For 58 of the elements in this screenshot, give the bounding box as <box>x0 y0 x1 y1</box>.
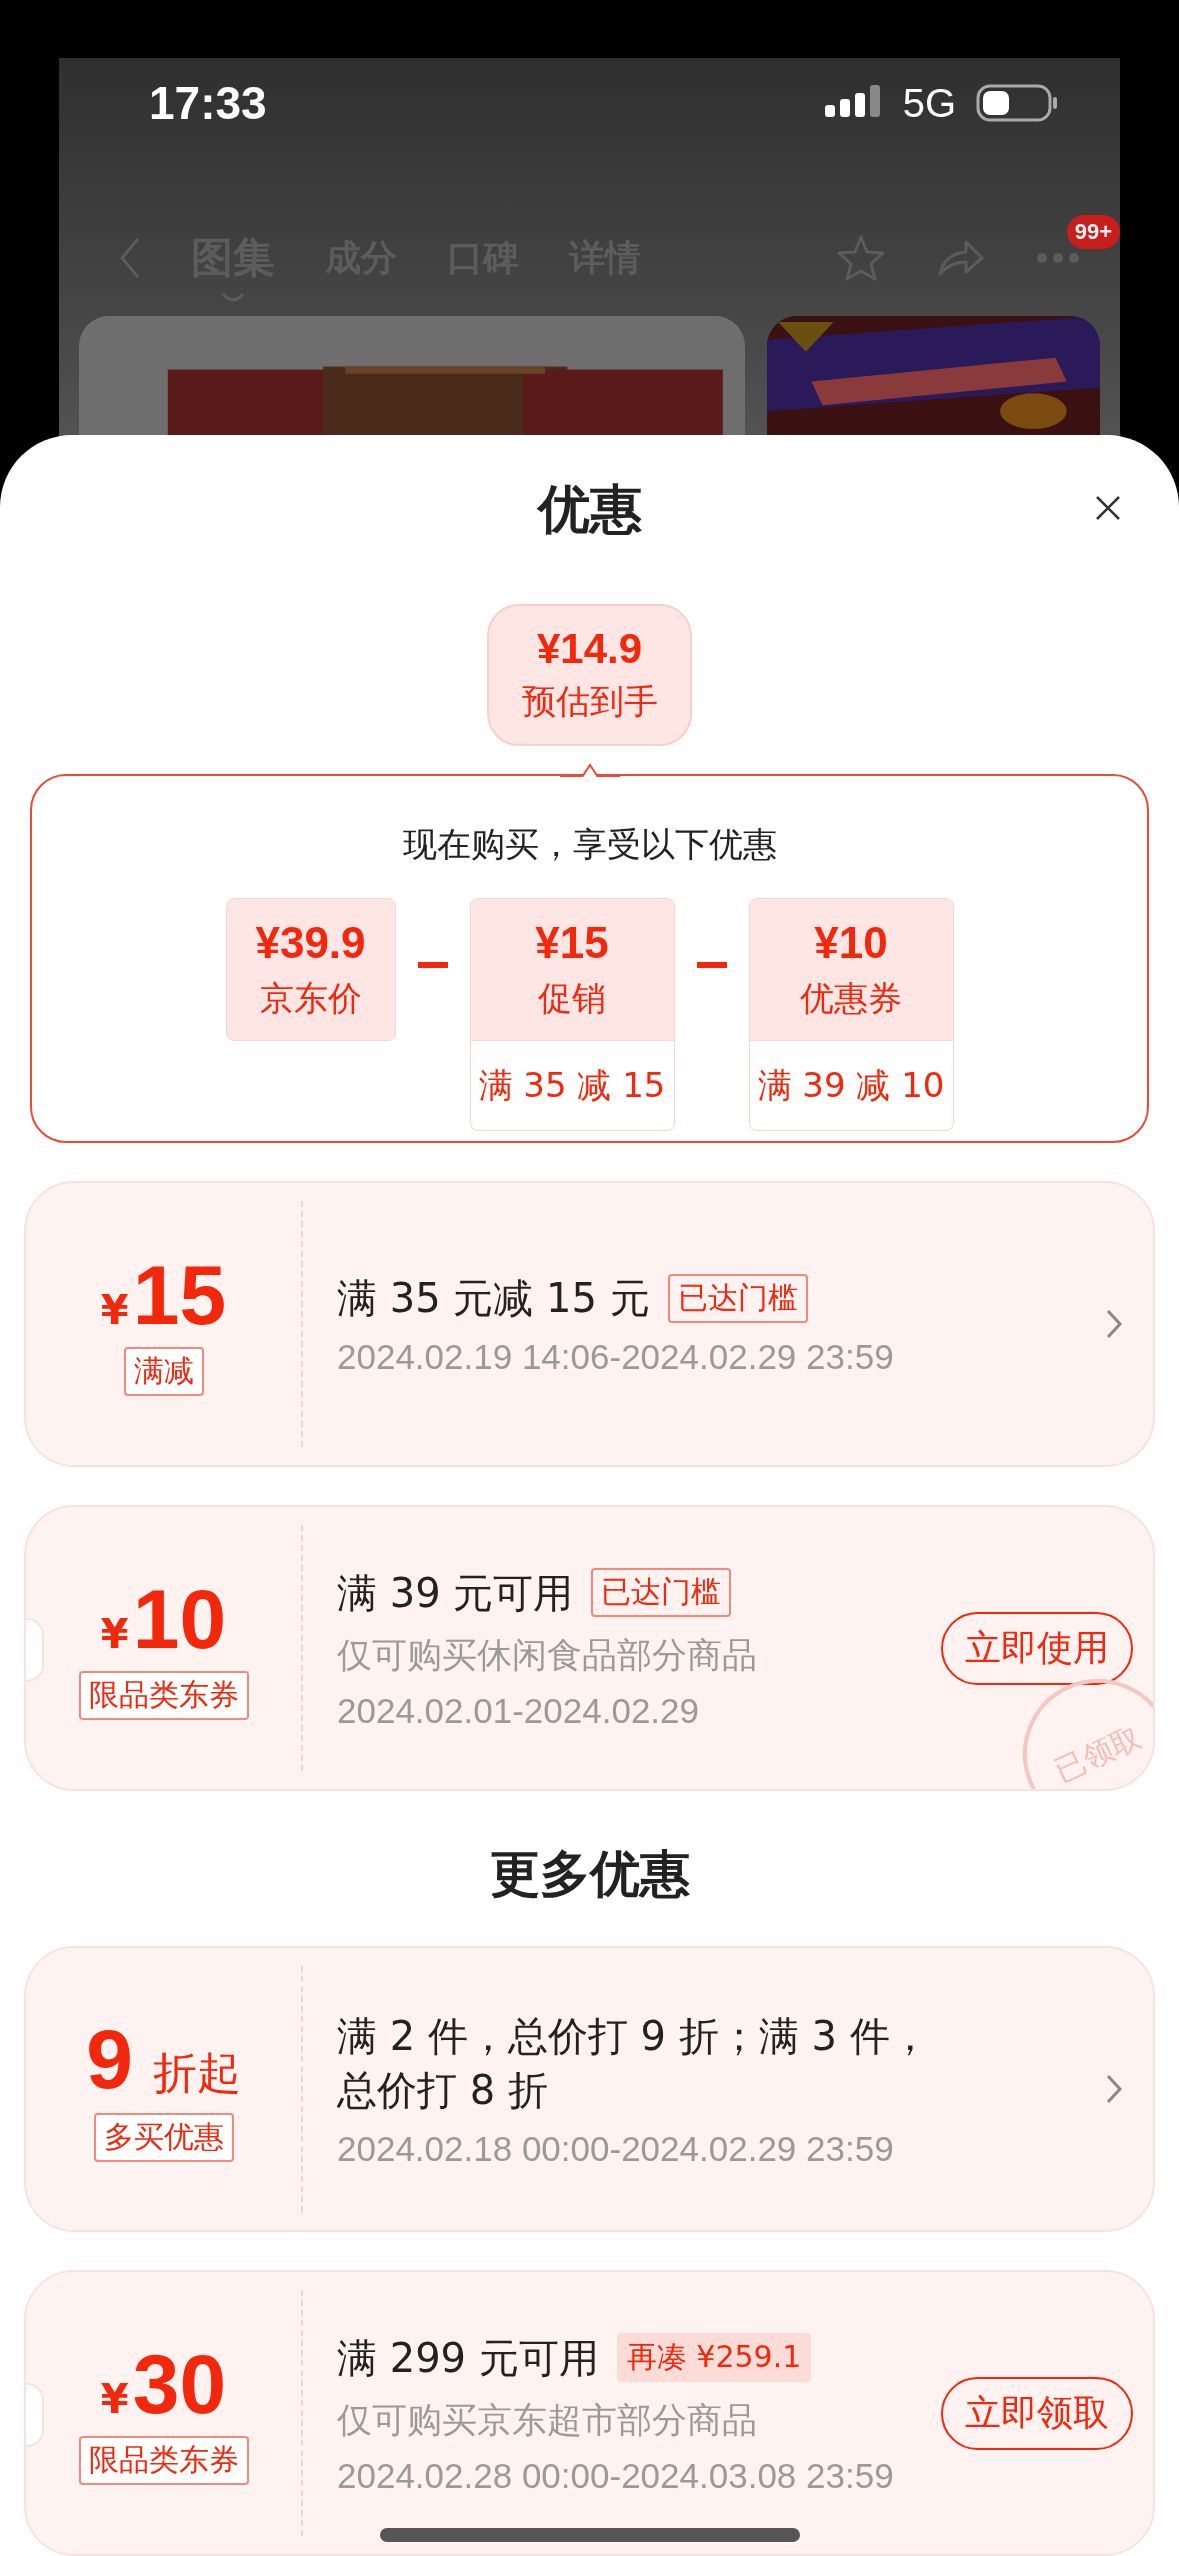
coupon-detail: 2024.02.19 14:06-2024.02.29 23:59 <box>337 1337 894 1377</box>
coupon-type-label: 满减 <box>123 1346 204 1396</box>
chevron-right-icon[interactable] <box>1105 2073 1123 2105</box>
coupon-amount: 30 <box>132 2341 227 2426</box>
threshold-tag: 再凑 ¥259.1 <box>616 2333 812 2382</box>
share-icon[interactable] <box>936 238 986 278</box>
coupon-card[interactable]: 9 折起 多买优惠 满 2 件，总价打 9 折；满 3 件，总价打 8 折 2024.02.18 00:00-2024.02.29 23:59 <box>24 1946 1155 2232</box>
more-icon[interactable] <box>1036 251 1080 264</box>
coupon-type-label: 限品类东券 <box>78 2435 249 2485</box>
back-icon[interactable] <box>119 236 141 280</box>
coupon-amount: 15 <box>132 1252 227 1337</box>
section-heading: 更多优惠 <box>488 1844 691 1905</box>
minus-icon <box>696 962 727 969</box>
coupon-title: 满 299 元可用 <box>337 2333 599 2383</box>
coupon-unit: 折起 <box>152 2045 241 2100</box>
coupon-detail: 2024.02.18 00:00-2024.02.29 23:59 <box>337 2129 894 2169</box>
coupon-type-label: 多买优惠 <box>93 2112 234 2162</box>
discount-label: 促销 <box>538 976 606 1020</box>
coupon-title: 满 39 元可用 <box>337 1568 574 1618</box>
coupon-card[interactable]: ¥15 满减 满 35 元减 15 元 已达门槛 2024.02.19 14:06-2024.02.29 23:59 <box>24 1181 1155 1467</box>
coupon-card[interactable]: ¥10 限品类东券 满 39 元可用 已达门槛 仅可购买休闲食品部分商品 2024.02.01-2024.02.29 立即使用 已领取 <box>24 1505 1155 1791</box>
coupon-amount: 10 <box>132 1576 227 1661</box>
coupon-detail: 2024.02.28 00:00-2024.03.08 23:59 <box>337 2455 894 2496</box>
status-time: 17:33 <box>149 76 267 130</box>
coupon-detail: 仅可购买休闲食品部分商品 <box>337 1633 757 1676</box>
minus-icon <box>417 962 448 969</box>
discount-label: 京东价 <box>259 976 362 1020</box>
discount-label: 优惠券 <box>800 976 902 1020</box>
sheet-title: 优惠 <box>537 478 642 541</box>
currency-symbol: ¥ <box>100 1610 129 1657</box>
threshold-tag: 已达门槛 <box>591 1568 732 1617</box>
estimate-label: 预估到手 <box>521 680 658 724</box>
coupon-title: 满 35 元减 15 元 <box>337 1274 650 1323</box>
discount-amount: ¥10 <box>814 917 888 968</box>
close-icon <box>1095 495 1121 521</box>
discount-condition: 满 39 减 10 <box>748 1041 954 1132</box>
coupon-action-button[interactable]: 立即领取 <box>941 2376 1133 2450</box>
coupon-title: 满 2 件，总价打 9 折；满 3 件，总价打 8 折 <box>337 2012 931 2115</box>
coupon-amount: 9 <box>86 2016 133 2101</box>
currency-symbol: ¥ <box>100 2375 129 2422</box>
notification-badge: 99+ <box>1066 214 1120 249</box>
coupon-detail: 仅可购买京东超市部分商品 <box>337 2398 757 2441</box>
estimate-price: ¥14.9 <box>536 625 643 674</box>
currency-symbol: ¥ <box>100 1286 129 1333</box>
threshold-tag: 已达门槛 <box>667 1273 808 1323</box>
network-type: 5G <box>902 80 956 126</box>
star-icon[interactable] <box>836 234 886 282</box>
coupon-detail: 2024.02.01-2024.02.29 <box>337 1690 699 1731</box>
discount-condition: 满 35 减 15 <box>469 1041 675 1132</box>
coupon-type-label: 限品类东券 <box>78 1670 249 1720</box>
battery-icon <box>976 83 1060 123</box>
caret-icon <box>221 292 245 304</box>
breakdown-heading: 现在购买，享受以下优惠 <box>402 823 777 867</box>
discount-amount: ¥39.9 <box>255 917 366 968</box>
coupon-action-button[interactable]: 立即使用 <box>941 1611 1133 1685</box>
discount-amount: ¥15 <box>535 917 609 968</box>
chevron-right-icon[interactable] <box>1105 1308 1123 1340</box>
coupon-card[interactable]: ¥30 限品类东券 满 299 元可用 再凑 ¥259.1 仅可购买京东超市部分商品 2024.02.28 00:00-2024.03.08 23:59 立即领取 <box>24 2270 1155 2556</box>
